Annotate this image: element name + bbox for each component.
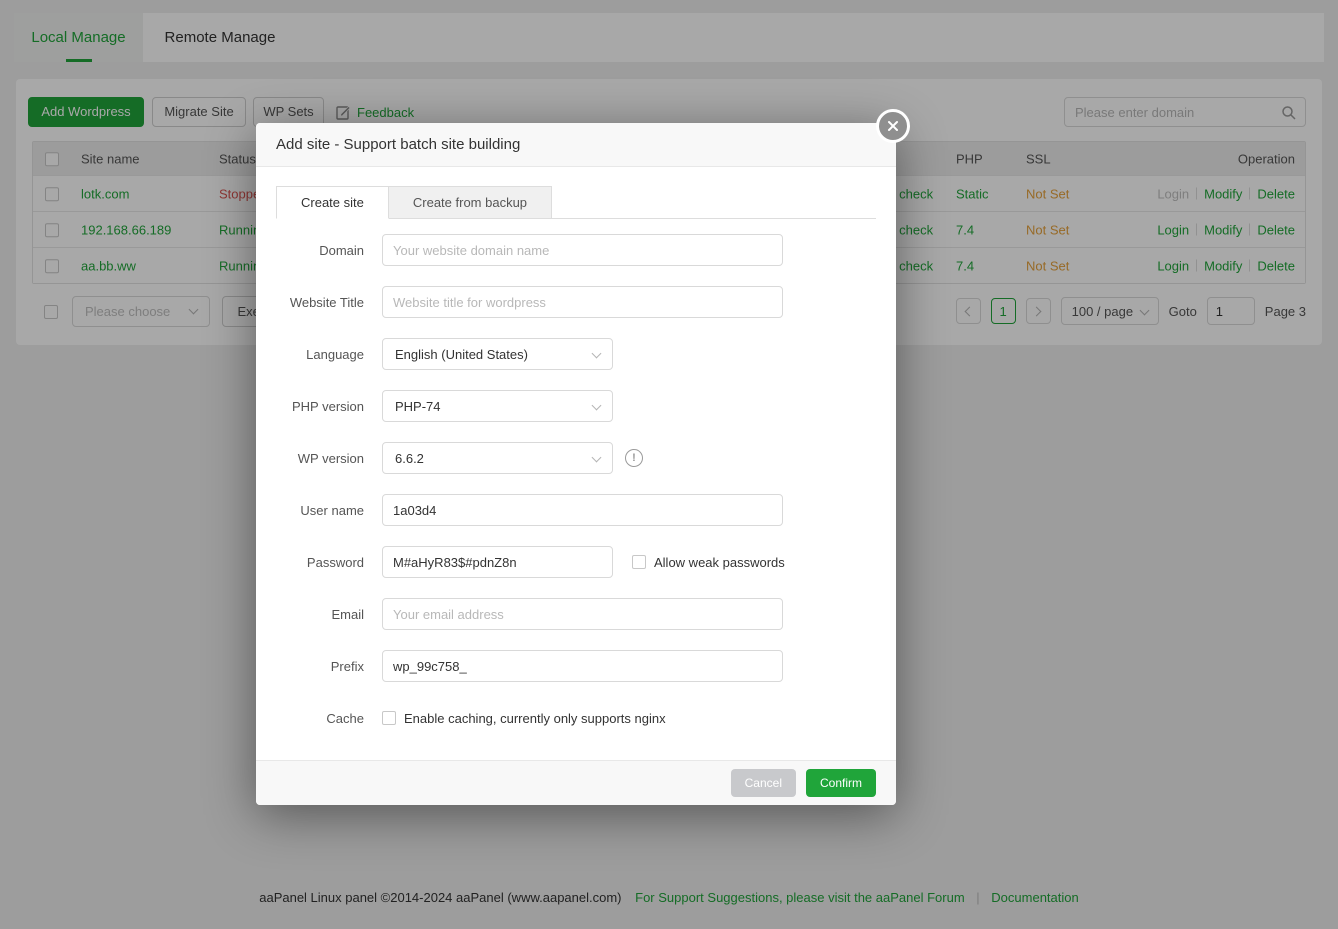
tab-create-from-backup[interactable]: Create from backup — [389, 186, 552, 219]
cancel-button[interactable]: Cancel — [731, 769, 796, 797]
prefix-label: Prefix — [256, 659, 382, 674]
add-site-dialog: Add site - Support batch site building C… — [256, 123, 896, 805]
enable-caching-checkbox[interactable] — [382, 711, 396, 725]
language-select[interactable]: English (United States) — [382, 338, 613, 370]
dialog-footer: Cancel Confirm — [256, 760, 896, 805]
wp-version-select[interactable]: 6.6.2 — [382, 442, 613, 474]
php-version-label: PHP version — [256, 399, 382, 414]
language-value: English (United States) — [395, 347, 528, 362]
close-dialog-button[interactable] — [876, 109, 910, 143]
email-input[interactable] — [382, 598, 783, 630]
website-title-label: Website Title — [256, 295, 382, 310]
wp-version-label: WP version — [256, 451, 382, 466]
language-label: Language — [256, 347, 382, 362]
php-version-select[interactable]: PHP-74 — [382, 390, 613, 422]
password-label: Password — [256, 555, 382, 570]
cache-note: Enable caching, currently only supports … — [404, 711, 666, 726]
create-site-form: Domain Website Title Language English (U… — [256, 224, 896, 744]
wp-version-value: 6.6.2 — [395, 451, 424, 466]
prefix-input[interactable] — [382, 650, 783, 682]
domain-label: Domain — [256, 243, 382, 258]
user-name-label: User name — [256, 503, 382, 518]
domain-input[interactable] — [382, 234, 783, 266]
confirm-button[interactable]: Confirm — [806, 769, 876, 797]
website-title-input[interactable] — [382, 286, 783, 318]
php-version-value: PHP-74 — [395, 399, 441, 414]
email-label: Email — [256, 607, 382, 622]
warning-icon: ! — [625, 449, 643, 467]
dialog-tabs: Create site Create from backup — [276, 186, 876, 219]
allow-weak-passwords-checkbox[interactable] — [632, 555, 646, 569]
chevron-down-icon — [592, 452, 602, 462]
dialog-header: Add site - Support batch site building — [256, 123, 896, 167]
password-input[interactable] — [382, 546, 613, 578]
allow-weak-passwords-label: Allow weak passwords — [654, 555, 785, 570]
cache-label: Cache — [256, 711, 382, 726]
dialog-title: Add site - Support batch site building — [276, 136, 520, 153]
close-icon — [886, 119, 900, 133]
chevron-down-icon — [592, 348, 602, 358]
chevron-down-icon — [592, 400, 602, 410]
tab-create-site[interactable]: Create site — [276, 186, 389, 219]
user-name-input[interactable] — [382, 494, 783, 526]
